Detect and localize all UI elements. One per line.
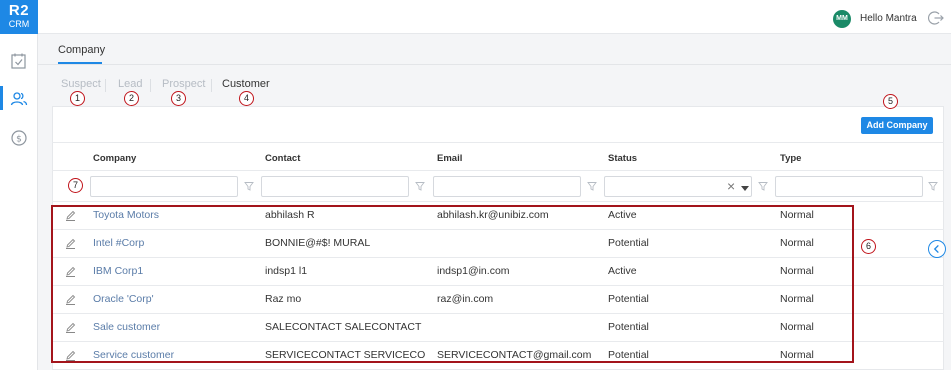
grid-divider — [52, 201, 944, 202]
tab-divider — [211, 79, 212, 92]
logo-line1: R2 — [8, 2, 30, 19]
annotation-marker-2: 2 — [124, 91, 139, 106]
chevron-down-icon[interactable] — [740, 183, 750, 193]
filter-icon[interactable] — [758, 181, 768, 191]
tab-divider — [105, 79, 106, 92]
annotation-marker-3: 3 — [171, 91, 186, 106]
filter-icon[interactable] — [244, 181, 254, 191]
page-title: Company — [58, 44, 106, 56]
type-filter-input[interactable] — [775, 176, 923, 197]
dollar-icon[interactable]: $ — [10, 129, 28, 147]
column-header-company[interactable]: Company — [93, 153, 136, 164]
tab-lead[interactable]: Lead — [118, 78, 142, 90]
svg-text:$: $ — [16, 135, 22, 145]
column-header-type[interactable]: Type — [780, 153, 801, 164]
grid-divider — [52, 170, 944, 171]
title-underline — [58, 62, 102, 64]
annotation-marker-1: 1 — [70, 91, 85, 106]
clear-filter-icon[interactable]: × — [727, 178, 735, 194]
logo-line2: CRM — [8, 19, 30, 29]
annotation-marker-5: 5 — [883, 94, 898, 109]
annotation-highlight-box — [51, 205, 854, 363]
tab-suspect[interactable]: Suspect — [61, 78, 101, 90]
company-filter-input[interactable] — [90, 176, 238, 197]
user-greeting[interactable]: Hello Mantra — [860, 13, 917, 24]
top-bar — [38, 0, 951, 34]
checklist-icon[interactable] — [10, 52, 28, 70]
tab-customer[interactable]: Customer — [222, 78, 270, 90]
sidebar-active-indicator — [0, 86, 3, 110]
tab-prospect[interactable]: Prospect — [162, 78, 205, 90]
annotation-marker-6: 6 — [861, 239, 876, 254]
annotation-marker-7: 7 — [68, 178, 83, 193]
app-logo[interactable]: R2 CRM — [0, 0, 38, 34]
column-header-status[interactable]: Status — [608, 153, 637, 164]
collapse-panel-button[interactable] — [928, 240, 946, 258]
column-header-contact[interactable]: Contact — [265, 153, 300, 164]
filter-icon[interactable] — [587, 181, 597, 191]
title-divider — [38, 64, 951, 65]
users-icon[interactable] — [10, 90, 28, 108]
filter-icon[interactable] — [415, 181, 425, 191]
annotation-marker-4: 4 — [239, 91, 254, 106]
email-filter-input[interactable] — [433, 176, 581, 197]
tab-divider — [150, 79, 151, 92]
grid-divider — [52, 142, 944, 143]
add-company-button[interactable]: Add Company — [861, 117, 933, 134]
avatar[interactable]: MM — [833, 10, 851, 28]
logout-icon[interactable] — [928, 10, 944, 26]
sidebar: R2 CRM $ — [0, 0, 38, 370]
filter-icon[interactable] — [928, 181, 938, 191]
contact-filter-input[interactable] — [261, 176, 409, 197]
column-header-email[interactable]: Email — [437, 153, 462, 164]
